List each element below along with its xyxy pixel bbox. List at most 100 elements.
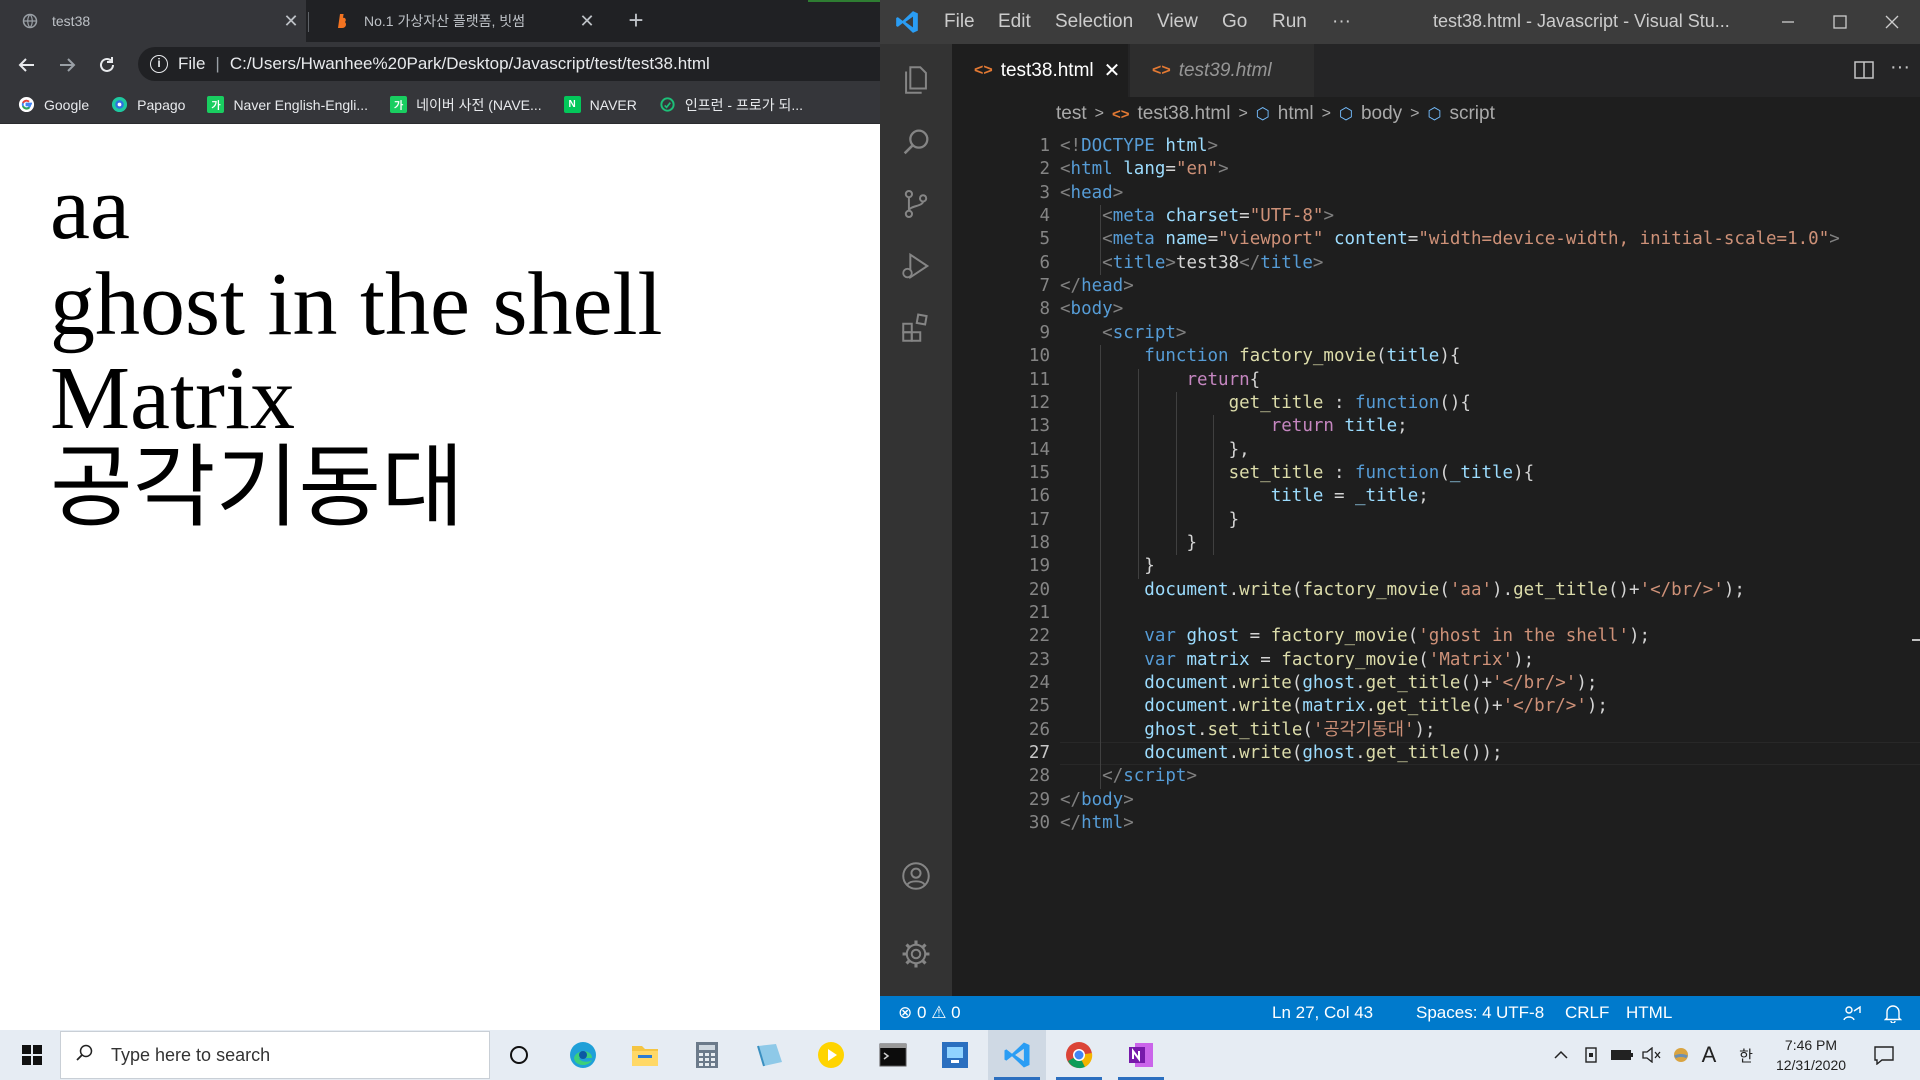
line-ending[interactable]: CRLF bbox=[1565, 1003, 1609, 1023]
menu-run[interactable]: Run bbox=[1272, 11, 1307, 33]
reload-icon[interactable] bbox=[92, 50, 122, 80]
breadcrumb-item[interactable]: test bbox=[1056, 103, 1087, 125]
line-number: 13 bbox=[1028, 416, 1050, 437]
line-number: 24 bbox=[1028, 673, 1050, 694]
windows-start-icon[interactable] bbox=[8, 1030, 56, 1080]
bookmark-naver-dict[interactable]: 가 네이버 사전 (NAVE... bbox=[390, 95, 542, 115]
browser-tab-test38[interactable]: test38 ✕ bbox=[0, 0, 306, 42]
tab-divider bbox=[308, 12, 309, 32]
feedback-icon[interactable] bbox=[1842, 1003, 1862, 1028]
bithumb-icon bbox=[334, 13, 350, 29]
language-mode[interactable]: HTML bbox=[1626, 1003, 1672, 1023]
notepad-icon[interactable] bbox=[740, 1030, 798, 1080]
bookmark-naver-english[interactable]: 가 Naver English-Engli... bbox=[207, 96, 368, 113]
close-editor-icon[interactable]: ✕ bbox=[1104, 58, 1121, 83]
editor-tab-label: test38.html bbox=[1000, 59, 1094, 81]
onenote-icon[interactable] bbox=[1112, 1030, 1170, 1080]
vscode-taskbar-icon[interactable] bbox=[988, 1030, 1046, 1080]
run-debug-icon[interactable] bbox=[894, 244, 938, 288]
breadcrumb-item[interactable]: test38.html bbox=[1138, 103, 1231, 125]
minimize-icon[interactable] bbox=[1760, 0, 1816, 44]
explorer-icon[interactable] bbox=[894, 58, 938, 102]
line-number: 14 bbox=[1028, 439, 1050, 460]
calculator-icon[interactable] bbox=[678, 1030, 736, 1080]
window-title: test38.html - Javascript - Visual Stu... bbox=[1433, 11, 1730, 31]
forward-arrow-icon[interactable] bbox=[52, 50, 82, 80]
editor-tab-test39[interactable]: <> test39.html bbox=[1130, 44, 1314, 97]
device-icon[interactable] bbox=[1578, 1030, 1604, 1080]
code-line: document.write(factory_movie('aa').get_t… bbox=[1144, 579, 1745, 600]
close-tab-icon[interactable]: ✕ bbox=[276, 11, 306, 32]
chrome-taskbar-icon[interactable] bbox=[1050, 1030, 1108, 1080]
chevron-up-icon[interactable] bbox=[1548, 1030, 1574, 1080]
media-player-icon[interactable] bbox=[802, 1030, 860, 1080]
code-line: </html> bbox=[1060, 813, 1134, 834]
search-icon[interactable] bbox=[894, 120, 938, 164]
code-line: set_title : function(_title){ bbox=[1228, 462, 1535, 483]
system-clock[interactable]: 7:46 PM 12/31/2020 bbox=[1766, 1035, 1856, 1075]
menu-go[interactable]: Go bbox=[1222, 11, 1247, 33]
menu-selection[interactable]: Selection bbox=[1055, 11, 1133, 33]
editor-tab-test38[interactable]: <> test38.html ✕ bbox=[952, 44, 1128, 97]
problems-indicator[interactable]: ⊗ 0 ⚠ 0 bbox=[898, 1003, 961, 1023]
notification-center-icon[interactable] bbox=[1866, 1030, 1902, 1080]
maximize-icon[interactable] bbox=[1812, 0, 1868, 44]
menu-more[interactable]: ··· bbox=[1332, 11, 1351, 33]
bookmark-papago[interactable]: Papago bbox=[111, 96, 185, 113]
vscode-logo-icon bbox=[894, 9, 920, 41]
battery-icon[interactable] bbox=[1608, 1030, 1636, 1080]
breadcrumb-item[interactable]: script bbox=[1449, 103, 1494, 125]
code-line: document.write(matrix.get_title()+'</br/… bbox=[1144, 696, 1608, 717]
file-explorer-icon[interactable] bbox=[616, 1030, 674, 1080]
indentation[interactable]: Spaces: 4 bbox=[1416, 1003, 1492, 1023]
menu-edit[interactable]: Edit bbox=[998, 11, 1031, 33]
bookmark-naver[interactable]: N NAVER bbox=[563, 96, 637, 113]
bookmark-google[interactable]: Google bbox=[18, 96, 89, 113]
more-actions-icon[interactable]: ··· bbox=[1890, 57, 1916, 84]
code-line: </script> bbox=[1102, 766, 1197, 787]
encoding[interactable]: UTF-8 bbox=[1496, 1003, 1544, 1023]
cursor-position[interactable]: Ln 27, Col 43 bbox=[1272, 1003, 1373, 1023]
edge-icon[interactable] bbox=[554, 1030, 612, 1080]
html-file-icon: <> bbox=[974, 61, 993, 79]
close-window-icon[interactable] bbox=[1864, 0, 1920, 44]
breadcrumb-item[interactable]: body bbox=[1361, 103, 1402, 125]
task-view-icon[interactable] bbox=[490, 1030, 548, 1080]
new-tab-button[interactable]: + bbox=[620, 6, 652, 36]
line-number: 4 bbox=[1039, 206, 1050, 227]
code-editor[interactable]: <!DOCTYPE html> <html lang="en"> <head> <m… bbox=[1060, 131, 1920, 996]
ime-korean-indicator[interactable]: 한 bbox=[1734, 1030, 1758, 1080]
taskbar-search[interactable]: Type here to search bbox=[60, 1031, 490, 1079]
notifications-bell-icon[interactable] bbox=[1883, 1003, 1903, 1028]
terminal-icon[interactable] bbox=[864, 1030, 922, 1080]
browser-tab-bithumb[interactable]: No.1 가상자산 플랫폼, 빗썸 ✕ bbox=[312, 0, 602, 42]
gear-icon[interactable] bbox=[894, 932, 938, 976]
address-bar[interactable]: i File | C:/Users/Hwanhee%20Park/Desktop… bbox=[138, 47, 880, 81]
info-icon[interactable]: i bbox=[150, 55, 168, 73]
menu-file[interactable]: File bbox=[944, 11, 975, 33]
line-number: 22 bbox=[1028, 626, 1050, 647]
weather-icon[interactable] bbox=[1668, 1030, 1694, 1080]
bookmark-label: Google bbox=[44, 96, 90, 113]
close-tab-icon[interactable]: ✕ bbox=[572, 11, 602, 32]
line-number: 5 bbox=[1039, 229, 1050, 250]
remote-desktop-icon[interactable] bbox=[926, 1030, 984, 1080]
symbol-icon: ⬡ bbox=[1427, 106, 1442, 123]
ime-mode-indicator[interactable]: A bbox=[1698, 1030, 1720, 1080]
split-editor-icon[interactable] bbox=[1852, 58, 1878, 84]
account-icon[interactable] bbox=[894, 854, 938, 898]
extensions-icon[interactable] bbox=[894, 306, 938, 350]
line-number: 26 bbox=[1028, 719, 1050, 740]
speaker-muted-icon[interactable] bbox=[1638, 1030, 1664, 1080]
code-line: document.write(ghost.get_title()); bbox=[1144, 743, 1503, 764]
back-arrow-icon[interactable] bbox=[12, 50, 42, 80]
code-line: </head> bbox=[1060, 276, 1134, 297]
source-control-icon[interactable] bbox=[894, 182, 938, 226]
chrome-window: test38 ✕ No.1 가상자산 플랫폼, 빗썸 ✕ + i File | … bbox=[0, 0, 880, 1030]
line-number: 25 bbox=[1028, 696, 1050, 717]
bookmark-label: 네이버 사전 (NAVE... bbox=[416, 96, 542, 113]
menu-view[interactable]: View bbox=[1157, 11, 1198, 33]
bookmark-inflearn[interactable]: 인프런 - 프로가 되... bbox=[659, 95, 803, 115]
breadcrumb-item[interactable]: html bbox=[1278, 103, 1314, 125]
code-line: } bbox=[1186, 532, 1197, 553]
